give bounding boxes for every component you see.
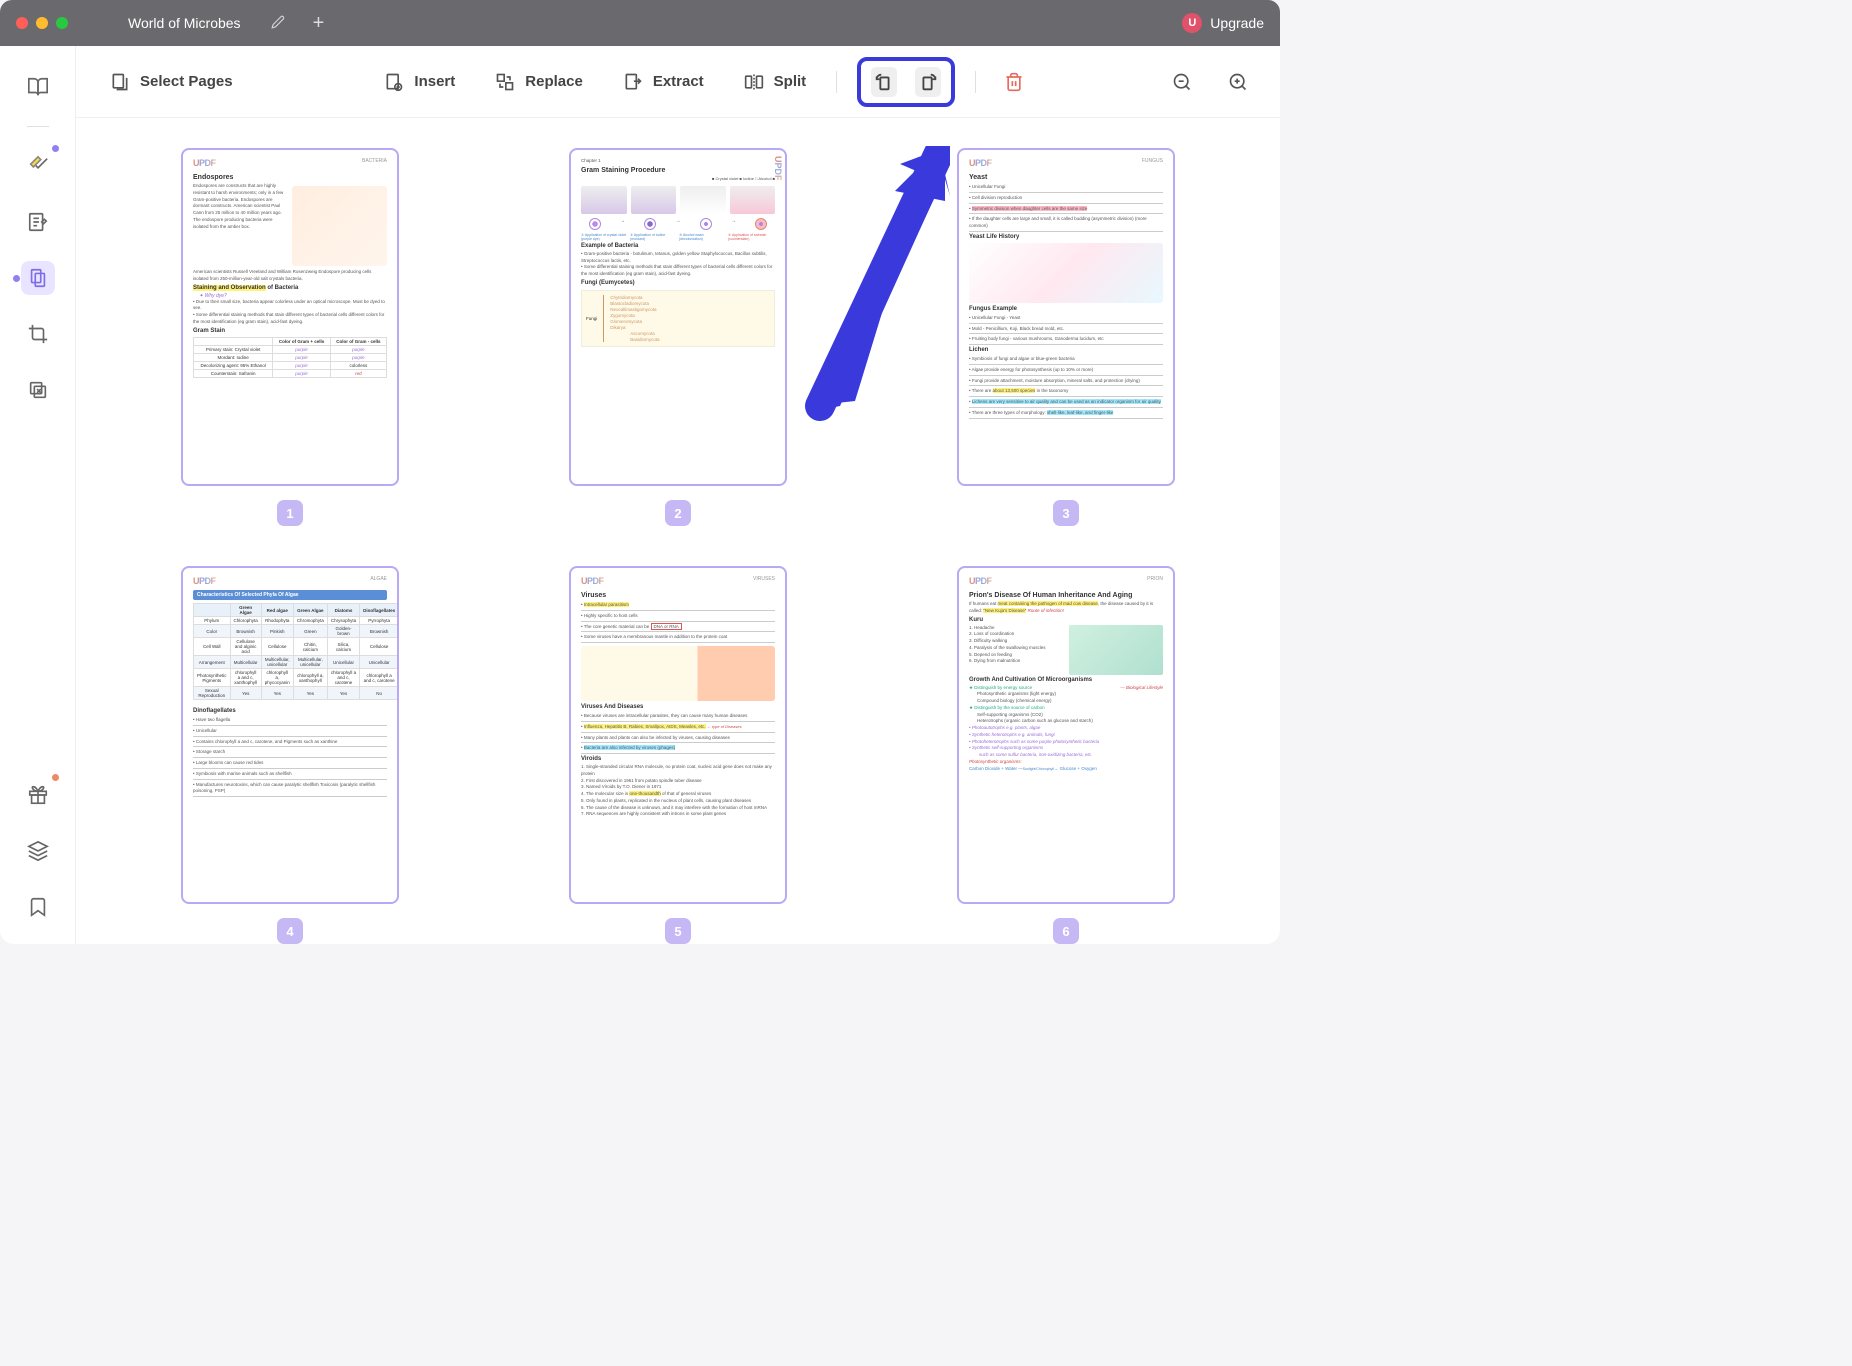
bookmark-icon[interactable]	[21, 890, 55, 924]
zoom-out-icon	[1172, 72, 1192, 92]
select-pages-label: Select Pages	[140, 73, 233, 90]
trash-icon	[1004, 72, 1024, 92]
replace-label: Replace	[525, 73, 583, 90]
delete-button[interactable]	[996, 64, 1032, 100]
tab-title: World of Microbes	[128, 15, 241, 31]
upgrade-label: Upgrade	[1210, 15, 1264, 31]
thumbnail-grid: UPDF BACTERIA Endospores Endospores are …	[76, 118, 1280, 944]
titlebar: World of Microbes + U Upgrade	[0, 0, 1280, 46]
zoom-in-icon	[1228, 72, 1248, 92]
split-icon	[744, 72, 764, 92]
window-close-button[interactable]	[16, 17, 28, 29]
watermark-icon[interactable]	[21, 373, 55, 407]
page-number: 3	[1053, 500, 1079, 526]
page-number: 6	[1053, 918, 1079, 944]
extract-label: Extract	[653, 73, 704, 90]
gift-icon[interactable]	[21, 778, 55, 812]
replace-icon	[495, 72, 515, 92]
insert-button[interactable]: Insert	[374, 64, 465, 100]
document-tab[interactable]: World of Microbes	[128, 15, 285, 32]
replace-button[interactable]: Replace	[485, 64, 593, 100]
page-thumb-6[interactable]: UPDF PRION Prion's Disease Of Human Inhe…	[912, 566, 1220, 944]
rotate-group-highlight	[857, 57, 955, 107]
upgrade-badge: U	[1182, 13, 1202, 33]
toolbar: Select Pages Insert Replace Extract	[76, 46, 1280, 118]
page-thumb-1[interactable]: UPDF BACTERIA Endospores Endospores are …	[136, 148, 444, 526]
reader-mode-icon[interactable]	[21, 70, 55, 104]
highlighter-icon[interactable]	[21, 149, 55, 183]
window-maximize-button[interactable]	[56, 17, 68, 29]
page-number: 4	[277, 918, 303, 944]
insert-label: Insert	[414, 73, 455, 90]
split-button[interactable]: Split	[734, 64, 817, 100]
page-thumb-2[interactable]: Chapter 1 UPDF Gram Staining Procedure ■…	[524, 148, 832, 526]
rotate-right-button[interactable]	[915, 67, 941, 97]
organize-pages-icon[interactable]	[21, 261, 55, 295]
page-number: 5	[665, 918, 691, 944]
traffic-lights	[16, 17, 68, 29]
page-number: 1	[277, 500, 303, 526]
page-thumb-4[interactable]: UPDF ALGAE Characteristics Of Selected P…	[136, 566, 444, 944]
layers-icon[interactable]	[21, 834, 55, 868]
page-thumb-5[interactable]: UPDF VIRUSES Viruses • Intracellular par…	[524, 566, 832, 944]
zoom-in-button[interactable]	[1220, 64, 1256, 100]
window-minimize-button[interactable]	[36, 17, 48, 29]
select-pages-icon	[110, 72, 130, 92]
pencil-icon[interactable]	[271, 15, 285, 32]
crop-icon[interactable]	[21, 317, 55, 351]
upgrade-button[interactable]: U Upgrade	[1182, 13, 1264, 33]
insert-icon	[384, 72, 404, 92]
extract-button[interactable]: Extract	[613, 64, 714, 100]
page-number: 2	[665, 500, 691, 526]
extract-icon	[623, 72, 643, 92]
rotate-left-button[interactable]	[871, 67, 897, 97]
zoom-out-button[interactable]	[1164, 64, 1200, 100]
page-thumb-3[interactable]: UPDF FUNGUS Yeast • Unicellular Fungi • …	[912, 148, 1220, 526]
sidebar	[0, 46, 76, 944]
edit-text-icon[interactable]	[21, 205, 55, 239]
select-pages-button[interactable]: Select Pages	[100, 64, 243, 100]
new-tab-button[interactable]: +	[313, 12, 325, 35]
split-label: Split	[774, 73, 807, 90]
